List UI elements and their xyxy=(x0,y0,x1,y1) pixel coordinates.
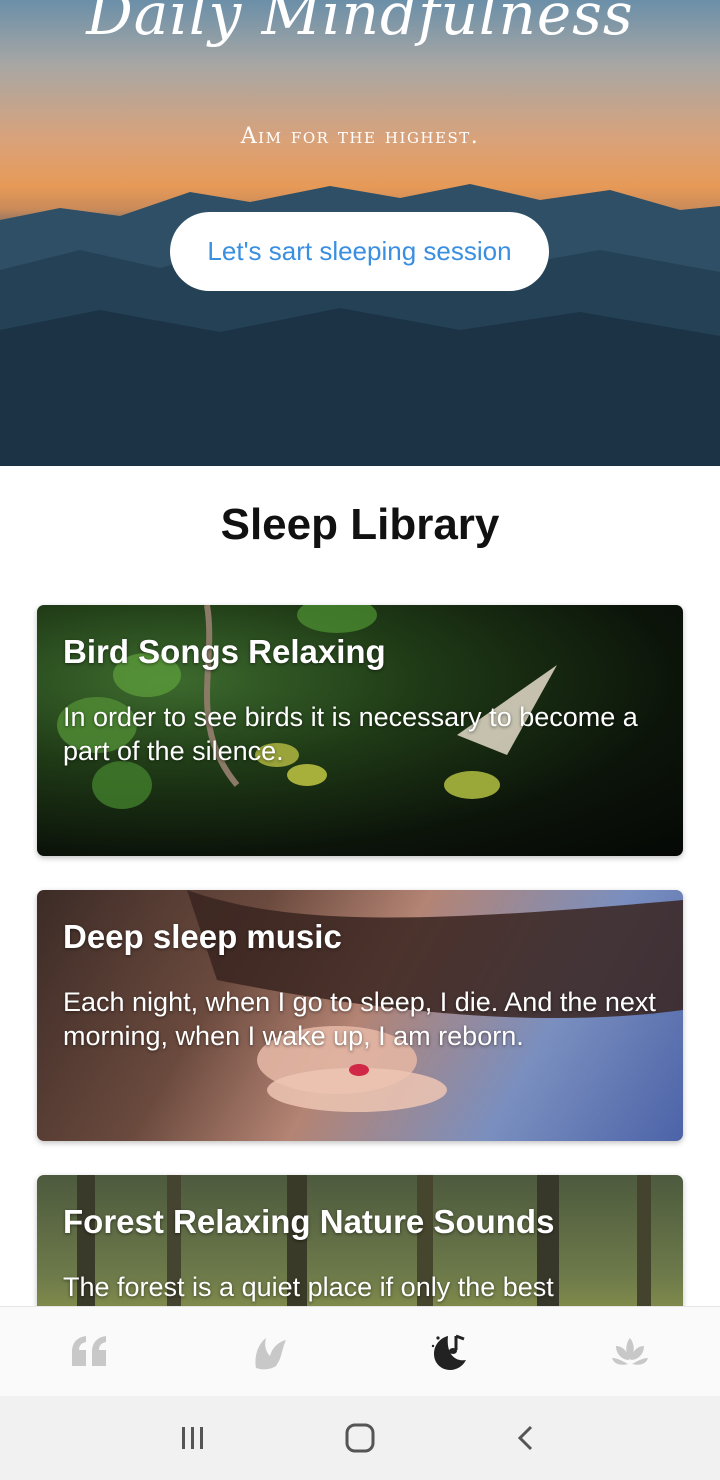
tab-quotes[interactable] xyxy=(0,1307,180,1396)
app-subtitle: Aim for the highest. xyxy=(240,124,480,149)
tab-meditation[interactable] xyxy=(540,1307,720,1396)
recent-apps-icon xyxy=(182,1427,204,1449)
home-icon xyxy=(345,1423,375,1453)
hero-banner: Daily Mindfulness Aim for the highest. L… xyxy=(0,0,720,466)
card-text: Each night, when I go to sleep, I die. A… xyxy=(63,987,656,1051)
bird-icon xyxy=(255,1337,286,1369)
card-title: Bird Songs Relaxing xyxy=(63,633,386,670)
library-card-bird-songs[interactable]: Bird Songs Relaxing In order to see bird… xyxy=(37,605,683,856)
library-card-deep-sleep[interactable]: Deep sleep music Each night, when I go t… xyxy=(37,890,683,1141)
start-sleeping-session-button[interactable]: Let's sart sleeping session xyxy=(170,212,549,291)
card-title: Deep sleep music xyxy=(63,918,342,955)
tab-sleep[interactable] xyxy=(360,1307,540,1396)
tab-nature[interactable] xyxy=(180,1307,360,1396)
lotus-icon xyxy=(612,1337,648,1365)
card-text: The forest is a quiet place if only the … xyxy=(63,1272,554,1302)
back-button[interactable] xyxy=(497,1408,557,1468)
system-navigation-bar xyxy=(0,1396,720,1480)
home-button[interactable] xyxy=(330,1408,390,1468)
app-title: Daily Mindfulness xyxy=(86,0,634,48)
back-icon xyxy=(517,1425,532,1451)
moon-music-icon xyxy=(431,1334,466,1370)
bottom-tab-bar xyxy=(0,1306,720,1396)
quote-icon xyxy=(72,1335,106,1366)
recent-apps-button[interactable] xyxy=(163,1408,223,1468)
section-title: Sleep Library xyxy=(220,500,500,549)
card-text: In order to see birds it is necessary to… xyxy=(63,702,638,766)
card-title: Forest Relaxing Nature Sounds xyxy=(63,1203,555,1240)
